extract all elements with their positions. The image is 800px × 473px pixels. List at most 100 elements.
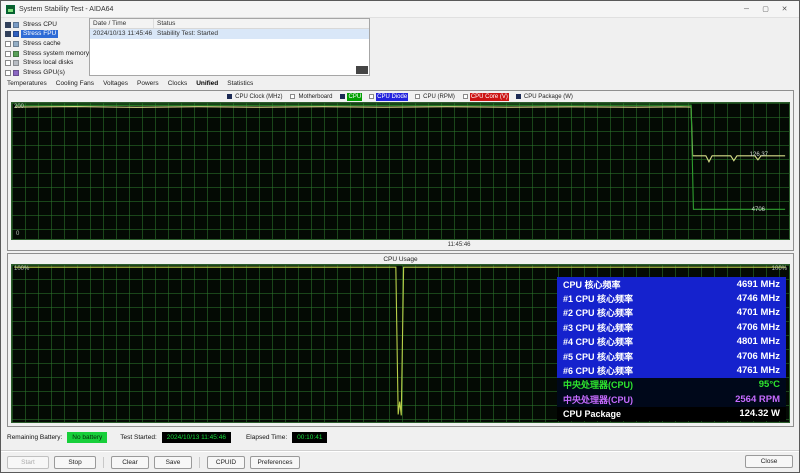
column-status[interactable]: Status <box>154 19 178 28</box>
tab-powers[interactable]: Powers <box>137 80 159 87</box>
time-tick-label: 11:45:46 <box>447 242 471 248</box>
stress-cpu-label: Stress CPU <box>23 20 57 28</box>
stat-label: #6 CPU 核心频率 <box>563 366 634 377</box>
cpu-usage-chart: CPU Usage 100% 100% CPU 核心频率 4691 MHz #1… <box>7 253 794 427</box>
legend-cpu-core-voltage[interactable]: CPU Core (V) <box>462 92 509 101</box>
legend-cpu-core-voltage-checkbox[interactable] <box>462 94 468 99</box>
stat-value: 4706 MHz <box>736 321 780 333</box>
maximize-button[interactable]: ▢ <box>756 3 775 16</box>
stress-cache-label: Stress cache <box>23 39 61 47</box>
title-bar: System Stability Test - AIDA64 ─ ▢ ✕ <box>1 1 799 18</box>
tab-unified[interactable]: Unified <box>196 80 218 87</box>
legend-cpu-temp-label: CPU <box>347 92 363 101</box>
stress-row-memory[interactable]: Stress system memory <box>5 49 89 59</box>
legend-cpu-package-label: CPU Package (W) <box>523 93 573 100</box>
tab-voltages[interactable]: Voltages <box>103 80 128 87</box>
test-started-badge: 2024/10/13 11:45:46 <box>161 432 231 443</box>
stress-gpu-label: Stress GPU(s) <box>23 68 65 76</box>
memory-icon <box>13 50 19 57</box>
window-controls: ─ ▢ ✕ <box>737 3 794 16</box>
stat-row-cpu-fan: 中央处理器(CPU) 2564 RPM <box>557 392 786 407</box>
tab-temperatures[interactable]: Temperatures <box>7 80 47 87</box>
preferences-button[interactable]: Preferences <box>250 455 300 469</box>
stat-value: 4706 MHz <box>736 350 780 362</box>
stat-value: 4801 MHz <box>736 336 780 348</box>
stress-row-disks[interactable]: Stress local disks <box>5 58 89 68</box>
stress-cpu-checkbox[interactable] <box>5 21 11 28</box>
tab-statistics[interactable]: Statistics <box>227 80 253 87</box>
legend-cpu-package-checkbox[interactable] <box>515 94 521 99</box>
log-status-cell: Stability Test: Started <box>157 30 218 37</box>
legend-cpu-diode-label: CPU Diode <box>376 92 409 101</box>
elapsed-time-label: Elapsed Time: <box>245 434 288 441</box>
stat-label: #3 CPU 核心频率 <box>563 322 634 333</box>
close-window-button[interactable]: ✕ <box>775 3 794 16</box>
stat-value: 124.32 W <box>739 408 780 420</box>
legend-cpu-package[interactable]: CPU Package (W) <box>515 93 574 101</box>
minimize-button[interactable]: ─ <box>737 3 756 16</box>
stress-memory-label: Stress system memory <box>23 49 90 57</box>
column-date-time[interactable]: Date / Time <box>90 19 154 28</box>
usage-right-100-label: 100% <box>771 266 787 272</box>
stat-row-core3-clock: #3 CPU 核心频率 4706 MHz <box>557 320 786 335</box>
clear-button[interactable]: Clear <box>111 455 149 469</box>
legend-cpu-fan-checkbox[interactable] <box>415 94 421 99</box>
y-axis-max-label: 200 <box>14 104 25 110</box>
log-row[interactable]: 2024/10/13 11:45:46 Stability Test: Star… <box>90 29 369 39</box>
legend-cpu-clock-checkbox[interactable] <box>227 94 233 99</box>
stress-row-cache[interactable]: Stress cache <box>5 39 89 49</box>
usage-left-100-label: 100% <box>14 266 30 272</box>
legend-cpu-core-voltage-label: CPU Core (V) <box>469 92 509 101</box>
cpu-clock-value-label: 4706 <box>751 207 765 213</box>
legend-cpu-temp-checkbox[interactable] <box>340 94 346 99</box>
stat-label: #5 CPU 核心频率 <box>563 351 634 362</box>
tab-cooling-fans[interactable]: Cooling Fans <box>56 80 94 87</box>
stat-value: 4761 MHz <box>736 365 780 377</box>
legend-cpu-temp[interactable]: CPU <box>340 92 363 101</box>
stress-row-gpu[interactable]: Stress GPU(s) <box>5 68 89 78</box>
stress-fpu-checkbox[interactable] <box>5 31 11 38</box>
stress-disks-label: Stress local disks <box>23 59 74 67</box>
stat-row-core5-clock: #5 CPU 核心频率 4706 MHz <box>557 348 786 364</box>
stress-row-fpu[interactable]: Stress FPU <box>5 30 89 40</box>
cpu-icon <box>13 21 19 28</box>
stress-cache-checkbox[interactable] <box>5 40 11 47</box>
legend-cpu-diode-checkbox[interactable] <box>369 94 375 99</box>
battery-status-badge: No battery <box>67 432 108 443</box>
stress-row-cpu[interactable]: Stress CPU <box>5 20 89 30</box>
legend-motherboard-label: Motherboard <box>298 93 333 100</box>
legend-motherboard-checkbox[interactable] <box>290 94 296 99</box>
legend-cpu-clock[interactable]: CPU Clock (MHz) <box>227 93 283 101</box>
stat-value: 2564 RPM <box>735 393 780 405</box>
stop-button[interactable]: Stop <box>54 455 96 469</box>
cpuid-button[interactable]: CPUID <box>207 455 245 469</box>
button-divider <box>103 456 104 468</box>
unified-graph-plot: 200 0 126.37 4706 <box>11 102 790 240</box>
gpu-icon <box>13 69 19 76</box>
stress-gpu-checkbox[interactable] <box>5 69 11 76</box>
stat-row-core6-clock: #6 CPU 核心频率 4761 MHz <box>557 363 786 378</box>
status-bar: Remaining Battery: No battery Test Start… <box>7 431 328 444</box>
fpu-icon <box>13 31 19 38</box>
legend-cpu-diode[interactable]: CPU Diode <box>369 92 409 101</box>
tab-clocks[interactable]: Clocks <box>168 80 188 87</box>
cpu-usage-title: CPU Usage <box>383 255 418 263</box>
stress-memory-checkbox[interactable] <box>5 50 11 57</box>
save-button[interactable]: Save <box>154 455 192 469</box>
stress-disks-checkbox[interactable] <box>5 60 11 67</box>
stat-label: CPU Package <box>563 408 622 419</box>
log-table-header: Date / Time Status <box>90 19 369 29</box>
button-divider <box>199 456 200 468</box>
test-started-label: Test Started: <box>120 434 157 441</box>
legend-cpu-fan[interactable]: CPU (RPM) <box>415 93 456 101</box>
legend-motherboard[interactable]: Motherboard <box>290 93 333 101</box>
legend-cpu-fan-label: CPU (RPM) <box>423 93 455 100</box>
start-button[interactable]: Start <box>7 455 49 469</box>
stat-row-cpu-temperature: 中央处理器(CPU) 95°C <box>557 377 786 393</box>
stat-label: 中央处理器(CPU) <box>563 394 633 405</box>
close-button[interactable]: Close <box>745 455 793 468</box>
stat-value: 4701 MHz <box>736 307 780 319</box>
stat-value: 4691 MHz <box>736 278 780 290</box>
stat-row-cpu-clock: CPU 核心频率 4691 MHz <box>557 277 786 292</box>
event-log-table[interactable]: Date / Time Status 2024/10/13 11:45:46 S… <box>89 18 370 76</box>
